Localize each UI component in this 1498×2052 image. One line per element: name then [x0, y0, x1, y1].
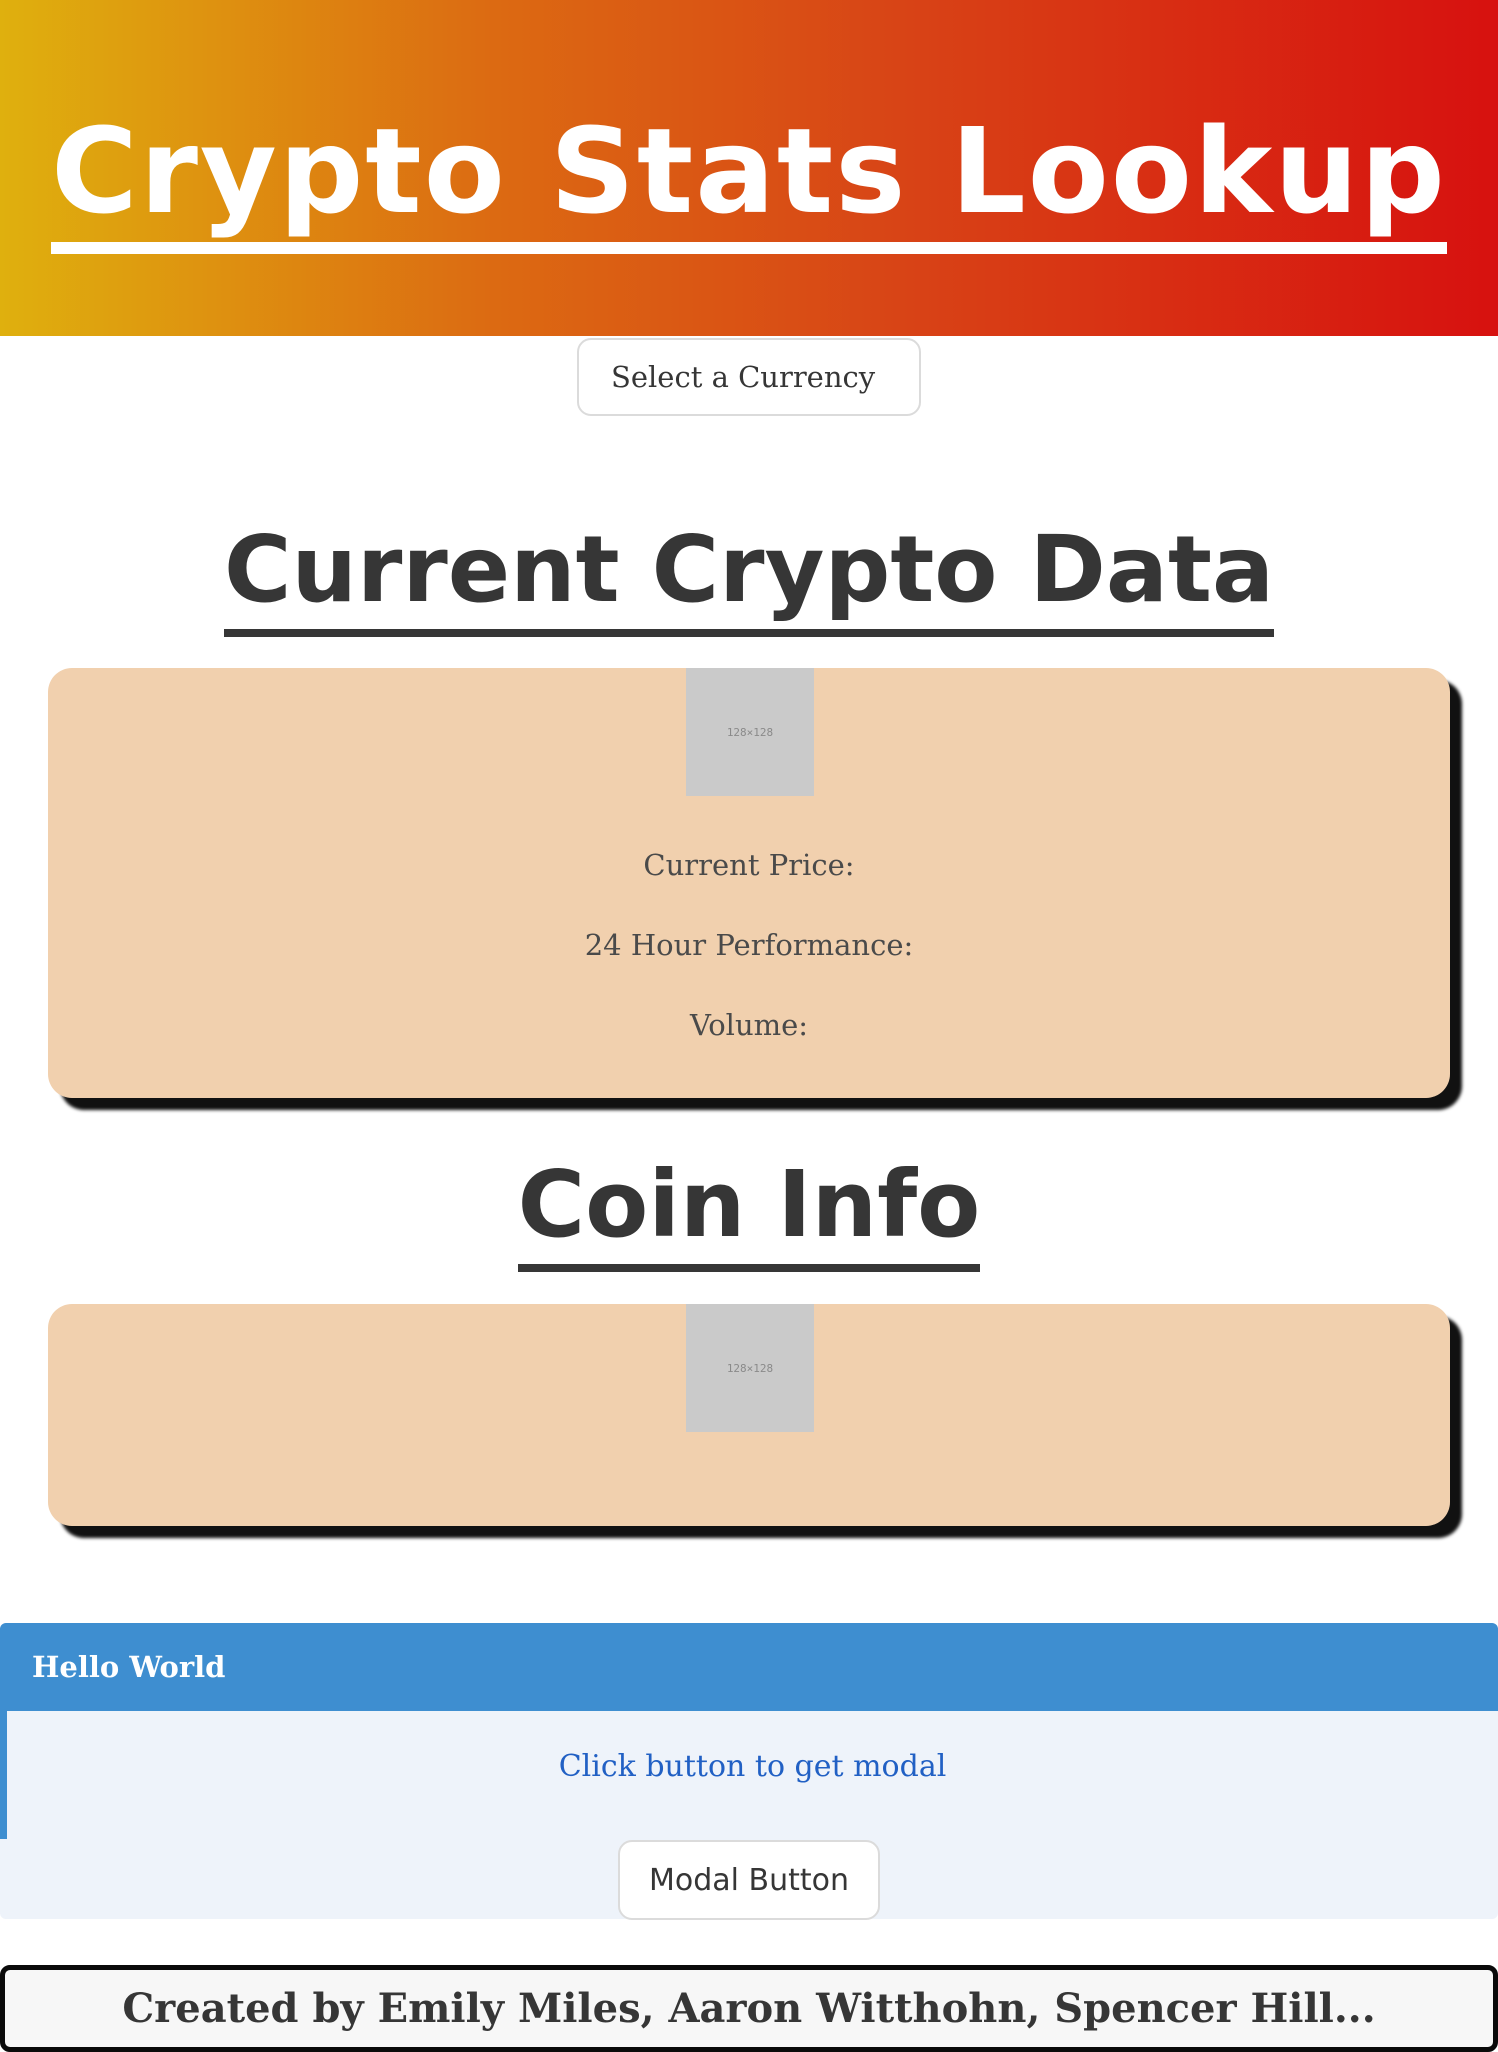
current-price-label: Current Price: [643, 848, 855, 882]
message-title: Hello World [32, 1650, 226, 1684]
modal-button[interactable]: Modal Button [618, 1840, 880, 1920]
hero-banner: Crypto Stats Lookup [0, 0, 1498, 336]
message-body: Click button to get modal [0, 1711, 1498, 1839]
coin-image-placeholder: 128×128 [686, 668, 814, 796]
footer-credits: Created by Emily Miles, Aaron Witthohn, … [0, 1965, 1498, 2052]
coin-info-image-placeholder: 128×128 [686, 1304, 814, 1432]
performance-label: 24 Hour Performance: [584, 928, 914, 962]
volume-label: Volume: [689, 1008, 809, 1042]
coin-info-heading: Coin Info [0, 1150, 1498, 1272]
message-header: Hello World [0, 1623, 1498, 1711]
current-data-heading: Current Crypto Data [0, 515, 1498, 637]
credits-text: Created by Emily Miles, Aaron Witthohn, … [122, 1985, 1376, 2032]
currency-select-value: Select a Currency [611, 360, 876, 394]
coin-info-card: 128×128 [48, 1304, 1450, 1526]
page-title: Crypto Stats Lookup [0, 96, 1498, 254]
currency-select[interactable]: Select a Currency [577, 338, 921, 416]
message-text: Click button to get modal [558, 1749, 947, 1784]
